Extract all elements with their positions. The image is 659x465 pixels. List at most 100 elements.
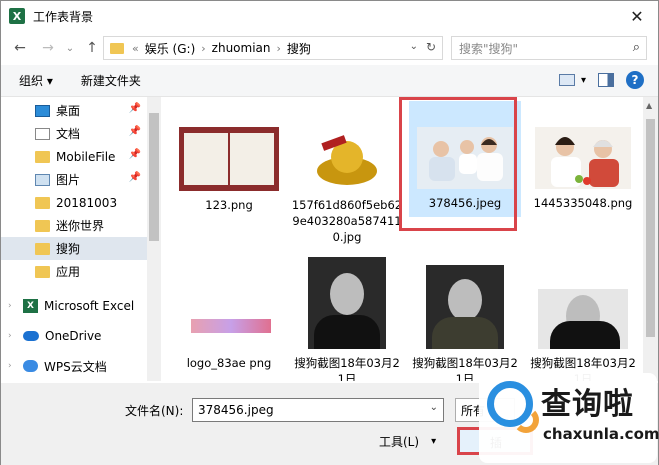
file-dialog: X 工作表背景 ✕ ← → ⌄ ↑ « 娱乐 (G:) › zhuomian ›… [0,0,659,465]
sidebar-item-label: 文档 [56,127,81,141]
close-button[interactable]: ✕ [626,5,648,27]
file-tile[interactable]: 搜狗截图18年03月21日 [409,265,521,381]
filename-dropdown-icon[interactable]: ⌄ [430,402,438,413]
folder-icon [35,196,50,209]
pin-icon: 📌 [128,172,141,183]
title-bar: X 工作表背景 ✕ [1,1,658,31]
sidebar-item-label: MobileFile [56,149,116,164]
breadcrumb-separator-icon[interactable]: › [201,42,205,55]
file-name: 157f61d860f5eb629e403280a5874110.jpg [291,198,403,244]
file-tile[interactable]: 123.png [173,127,285,213]
tools-menu[interactable]: 工具(L) ▾ [379,433,436,450]
sidebar-item-wps-cloud[interactable]: › WPS云文档 [1,353,151,379]
doctor-patient-image [535,127,631,189]
tools-dropdown-icon: ▾ [431,436,437,447]
sidebar-item-mobilefile[interactable]: MobileFile 📌 [1,145,147,168]
view-mode-icon[interactable] [558,74,575,86]
help-icon[interactable]: ? [626,71,644,89]
forward-arrow-icon[interactable]: → [37,37,59,59]
doctor-patient-thumbnail [535,127,631,189]
scroll-up-arrow-icon[interactable]: ▲ [646,101,652,110]
expand-chevron-icon[interactable]: › [8,361,18,371]
gold-ingot-image [317,135,377,185]
file-tile[interactable]: logo_83ae png [173,257,285,371]
portrait-thumbnail [538,289,628,349]
sidebar-item-label: 图片 [56,173,81,187]
sidebar-item-apps[interactable]: 应用 [1,260,147,283]
sidebar-item-sougou[interactable]: 搜狗 [1,237,147,260]
tools-label: 工具(L) [379,435,420,449]
filename-input[interactable]: 378456.jpeg ⌄ [192,398,444,422]
sidebar-item-label: 20181003 [56,195,118,210]
pin-icon: 📌 [128,126,141,137]
file-name: 搜狗截图18年03月21日 [294,356,400,381]
file-name: 123.png [205,198,253,212]
file-tile[interactable]: 157f61d860f5eb629e403280a5874110.jpg [291,127,403,245]
sidebar-item-pictures[interactable]: 图片 📌 [1,168,147,191]
filename-label: 文件名(N): [125,404,184,418]
view-dropdown-icon[interactable]: ▾ [581,75,586,86]
search-icon[interactable]: ⌕ [633,40,640,55]
gold-ingot-thumbnail [302,127,392,191]
watermark: 查询啦 chaxunla.com [479,373,659,463]
content-scrollbar-thumb[interactable] [646,119,655,337]
organize-menu[interactable]: 组织 ▾ [19,72,53,89]
desktop-icon [35,104,50,117]
logo-thumbnail [183,257,275,349]
sidebar-item-desktop[interactable]: 桌面 📌 [1,99,147,122]
file-tile[interactable]: 搜狗截图18年03月21日 [291,257,403,381]
folder-icon [35,265,50,278]
wps-cloud-icon [23,360,38,372]
expand-chevron-icon[interactable]: › [8,301,18,311]
search-placeholder: 搜索"搜狗" [459,41,519,56]
filename-value: 378456.jpeg [198,403,274,417]
file-tile[interactable]: 1445335048.png [527,127,639,211]
up-arrow-icon[interactable]: ↑ [81,37,103,59]
sidebar-item-20181003[interactable]: 20181003 [1,191,147,214]
file-grid: 123.png 157f61d860f5eb629e403280a5874110… [163,97,643,381]
portrait-thumbnail [308,257,386,349]
address-bar[interactable]: « 娱乐 (G:) › zhuomian › 搜狗 ⌄ ↻ [103,36,443,60]
overflow-chevron-icon[interactable]: « [132,42,139,55]
sidebar-item-miniworld[interactable]: 迷你世界 [1,214,147,237]
breadcrumb-drive[interactable]: 娱乐 (G:) [145,40,196,57]
folder-icon [35,219,50,232]
folder-icon [35,242,50,255]
address-dropdown-icon[interactable]: ⌄ [410,41,418,52]
selection-highlight-box [399,97,517,231]
document-icon [35,127,50,140]
sidebar-item-label: Microsoft Excel [44,299,135,313]
navigation-pane: 桌面 📌 文档 📌 MobileFile 📌 图片 📌 20181003 迷你世… [1,97,161,381]
pictures-icon [35,173,50,186]
new-folder-button[interactable]: 新建文件夹 [81,72,141,89]
search-input[interactable]: 搜索"搜狗" ⌕ [451,36,647,60]
sidebar-item-documents[interactable]: 文档 📌 [1,122,147,145]
file-name: 1445335048.png [533,196,633,210]
sidebar-item-label: 应用 [56,265,81,279]
sidebar-item-microsoft-excel[interactable]: › X Microsoft Excel [1,293,151,319]
onedrive-cloud-icon [23,331,39,341]
excel-app-icon: X [9,8,25,24]
expand-chevron-icon[interactable]: › [8,331,18,341]
watermark-brand: 查询啦 [541,387,634,422]
watermark-domain: chaxunla.com [543,425,659,443]
refresh-icon[interactable]: ↻ [426,40,436,54]
file-tile[interactable]: 搜狗截图18年03月21日 [527,289,639,381]
sidebar-item-onedrive[interactable]: › OneDrive [1,323,151,349]
dialog-title: 工作表背景 [33,9,94,24]
preview-pane-icon[interactable] [598,73,614,87]
navigation-bar: ← → ⌄ ↑ « 娱乐 (G:) › zhuomian › 搜狗 ⌄ ↻ 搜索… [1,33,658,63]
sidebar-item-label: WPS云文档 [44,359,107,374]
breadcrumb-sougou[interactable]: 搜狗 [287,40,311,57]
back-arrow-icon[interactable]: ← [9,37,31,59]
watermark-logo-tail-icon [513,407,539,433]
file-name: logo_83ae png [186,356,272,370]
command-toolbar: 组织 ▾ 新建文件夹 ▾ ? [1,65,658,97]
folder-icon [35,150,50,163]
recent-locations-icon[interactable]: ⌄ [59,37,81,59]
sidebar-item-label: OneDrive [45,329,102,343]
pin-icon: 📌 [128,103,141,114]
breadcrumb-zhuomian[interactable]: zhuomian [212,41,271,55]
sidebar-scrollbar-thumb[interactable] [149,113,159,241]
breadcrumb-separator-icon[interactable]: › [277,42,281,55]
